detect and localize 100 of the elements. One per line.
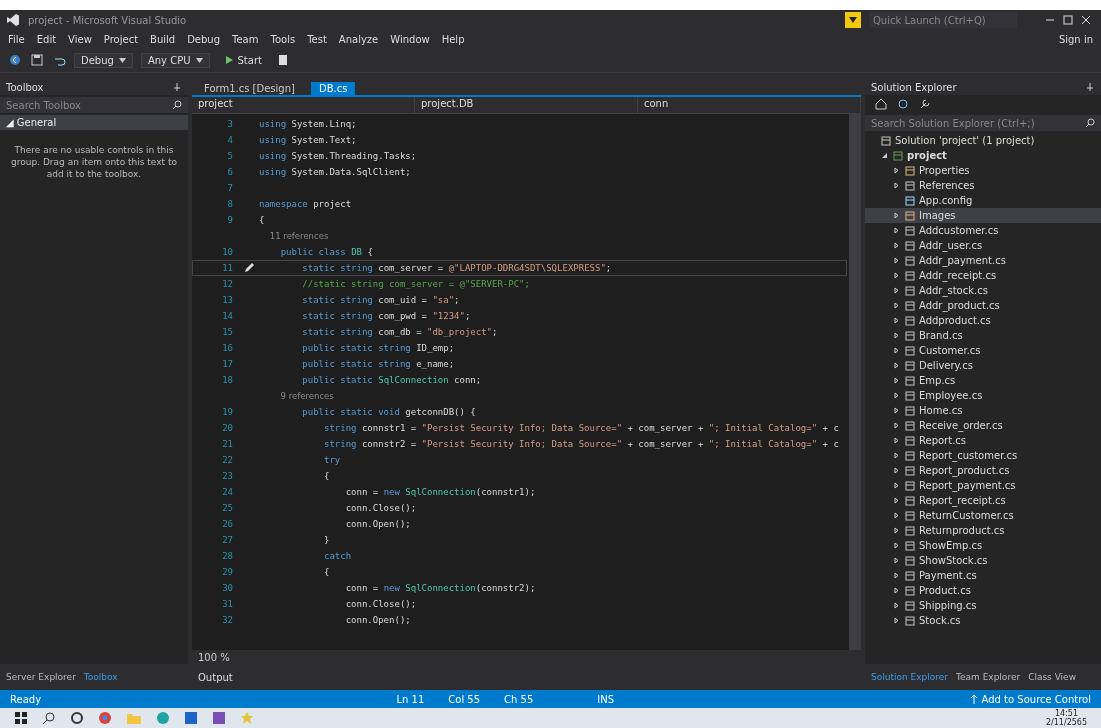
start-button[interactable]: Start bbox=[217, 53, 268, 67]
sign-in-link[interactable]: Sign in bbox=[1058, 33, 1093, 45]
collapsed-arrow-icon[interactable] bbox=[893, 497, 900, 504]
navigation-dropdown[interactable]: project bbox=[192, 97, 415, 113]
toolbox-group-header[interactable]: ◢ General bbox=[0, 115, 188, 130]
search-icon[interactable] bbox=[42, 711, 56, 725]
expanded-arrow-icon[interactable] bbox=[881, 152, 888, 159]
save-icon[interactable] bbox=[30, 53, 44, 67]
tree-item[interactable]: Product.cs bbox=[865, 583, 1101, 598]
panel-tab[interactable]: Class View bbox=[1028, 672, 1077, 682]
tree-item[interactable]: Addproduct.cs bbox=[865, 313, 1101, 328]
menu-item[interactable]: Debug bbox=[187, 33, 221, 45]
collapsed-arrow-icon[interactable] bbox=[893, 377, 900, 384]
tree-item[interactable]: Images bbox=[865, 208, 1101, 223]
tree-item[interactable]: Emp.cs bbox=[865, 373, 1101, 388]
tree-item[interactable]: Employee.cs bbox=[865, 388, 1101, 403]
panel-tab[interactable]: Team Explorer bbox=[956, 672, 1021, 682]
back-icon[interactable] bbox=[8, 53, 22, 67]
maximize-icon[interactable] bbox=[1063, 15, 1073, 25]
collapsed-arrow-icon[interactable] bbox=[893, 482, 900, 489]
quick-launch-field[interactable]: Quick Launch (Ctrl+Q) bbox=[869, 12, 1017, 28]
menu-item[interactable]: View bbox=[68, 33, 92, 45]
tree-item[interactable]: Stock.cs bbox=[865, 613, 1101, 628]
menu-item[interactable]: Edit bbox=[36, 33, 57, 45]
tree-item[interactable]: Report_receipt.cs bbox=[865, 493, 1101, 508]
collapsed-arrow-icon[interactable] bbox=[893, 422, 900, 429]
star-icon[interactable] bbox=[240, 711, 254, 725]
collapsed-arrow-icon[interactable] bbox=[893, 332, 900, 339]
collapsed-arrow-icon[interactable] bbox=[893, 452, 900, 459]
wrench-icon[interactable] bbox=[919, 98, 931, 110]
tree-item[interactable]: Addr_payment.cs bbox=[865, 253, 1101, 268]
app-icon[interactable] bbox=[184, 711, 198, 725]
home-icon[interactable] bbox=[875, 98, 887, 110]
tree-item[interactable]: References bbox=[865, 178, 1101, 193]
vertical-scrollbar[interactable] bbox=[849, 113, 861, 650]
collapsed-arrow-icon[interactable] bbox=[893, 362, 900, 369]
tree-item[interactable]: Report_payment.cs bbox=[865, 478, 1101, 493]
menu-item[interactable]: Tools bbox=[270, 33, 296, 45]
tree-item[interactable]: Shipping.cs bbox=[865, 598, 1101, 613]
tree-item[interactable]: ShowEmp.cs bbox=[865, 538, 1101, 553]
collapsed-arrow-icon[interactable] bbox=[893, 272, 900, 279]
collapsed-arrow-icon[interactable] bbox=[893, 392, 900, 399]
tree-item[interactable]: Solution 'project' (1 project) bbox=[865, 133, 1101, 148]
filter-icon[interactable] bbox=[845, 12, 861, 28]
tree-item[interactable]: Report_customer.cs bbox=[865, 448, 1101, 463]
pin-icon[interactable] bbox=[172, 82, 182, 92]
menu-item[interactable]: Project bbox=[103, 33, 139, 45]
collapsed-arrow-icon[interactable] bbox=[893, 557, 900, 564]
tree-item[interactable]: Report.cs bbox=[865, 433, 1101, 448]
sync-icon[interactable] bbox=[897, 98, 909, 110]
panel-tab[interactable]: Server Explorer bbox=[6, 672, 76, 682]
tree-item[interactable]: Home.cs bbox=[865, 403, 1101, 418]
search-field[interactable]: Search Toolbox bbox=[0, 97, 188, 113]
tree-item[interactable]: ShowStock.cs bbox=[865, 553, 1101, 568]
tree-item[interactable]: Addr_user.cs bbox=[865, 238, 1101, 253]
collapsed-arrow-icon[interactable] bbox=[893, 572, 900, 579]
tree-item[interactable]: Addr_receipt.cs bbox=[865, 268, 1101, 283]
menu-item[interactable]: Help bbox=[441, 33, 465, 45]
document-tab[interactable]: DB.cs bbox=[310, 82, 356, 95]
collapsed-arrow-icon[interactable] bbox=[893, 512, 900, 519]
menu-item[interactable]: Team bbox=[232, 33, 259, 45]
collapsed-arrow-icon[interactable] bbox=[893, 587, 900, 594]
tree-item[interactable]: Receive_order.cs bbox=[865, 418, 1101, 433]
collapsed-arrow-icon[interactable] bbox=[893, 467, 900, 474]
source-control-button[interactable]: Add to Source Control bbox=[969, 693, 1091, 705]
tree-item[interactable]: Customer.cs bbox=[865, 343, 1101, 358]
tree-item[interactable]: Report_product.cs bbox=[865, 463, 1101, 478]
collapsed-arrow-icon[interactable] bbox=[893, 527, 900, 534]
pin-icon[interactable] bbox=[1085, 82, 1095, 92]
menu-item[interactable]: Test bbox=[307, 33, 327, 45]
menu-item[interactable]: Analyze bbox=[338, 33, 379, 45]
collapsed-arrow-icon[interactable] bbox=[893, 287, 900, 294]
collapsed-arrow-icon[interactable] bbox=[893, 182, 900, 189]
tree-item[interactable]: Properties bbox=[865, 163, 1101, 178]
collapsed-arrow-icon[interactable] bbox=[893, 227, 900, 234]
windows-logo-icon[interactable] bbox=[14, 711, 28, 725]
document-tab[interactable]: Form1.cs [Design] bbox=[196, 82, 303, 95]
collapsed-arrow-icon[interactable] bbox=[893, 602, 900, 609]
browser-icon[interactable] bbox=[98, 711, 112, 725]
search-field[interactable]: Search Solution Explorer (Ctrl+;) bbox=[865, 115, 1101, 131]
zoom-level[interactable]: 100 % bbox=[198, 651, 230, 663]
collapsed-arrow-icon[interactable] bbox=[893, 542, 900, 549]
platform-dropdown[interactable]: Any CPU bbox=[140, 52, 210, 68]
menu-item[interactable]: Build bbox=[150, 33, 176, 45]
visual-studio-icon[interactable] bbox=[212, 711, 226, 725]
tree-item[interactable]: Brand.cs bbox=[865, 328, 1101, 343]
menu-item[interactable]: File bbox=[8, 33, 25, 45]
tree-item[interactable]: Returnproduct.cs bbox=[865, 523, 1101, 538]
configuration-dropdown[interactable]: Debug bbox=[74, 52, 133, 68]
collapsed-arrow-icon[interactable] bbox=[893, 317, 900, 324]
circle-icon[interactable] bbox=[70, 711, 84, 725]
tree-item[interactable]: Payment.cs bbox=[865, 568, 1101, 583]
collapsed-arrow-icon[interactable] bbox=[893, 617, 900, 624]
menu-item[interactable]: Window bbox=[390, 33, 430, 45]
collapsed-arrow-icon[interactable] bbox=[893, 437, 900, 444]
tree-item[interactable]: Addr_stock.cs bbox=[865, 283, 1101, 298]
tree-item[interactable]: Delivery.cs bbox=[865, 358, 1101, 373]
navigation-dropdown[interactable]: project.DB bbox=[415, 97, 638, 113]
tree-item[interactable]: Addr_product.cs bbox=[865, 298, 1101, 313]
collapsed-arrow-icon[interactable] bbox=[893, 302, 900, 309]
